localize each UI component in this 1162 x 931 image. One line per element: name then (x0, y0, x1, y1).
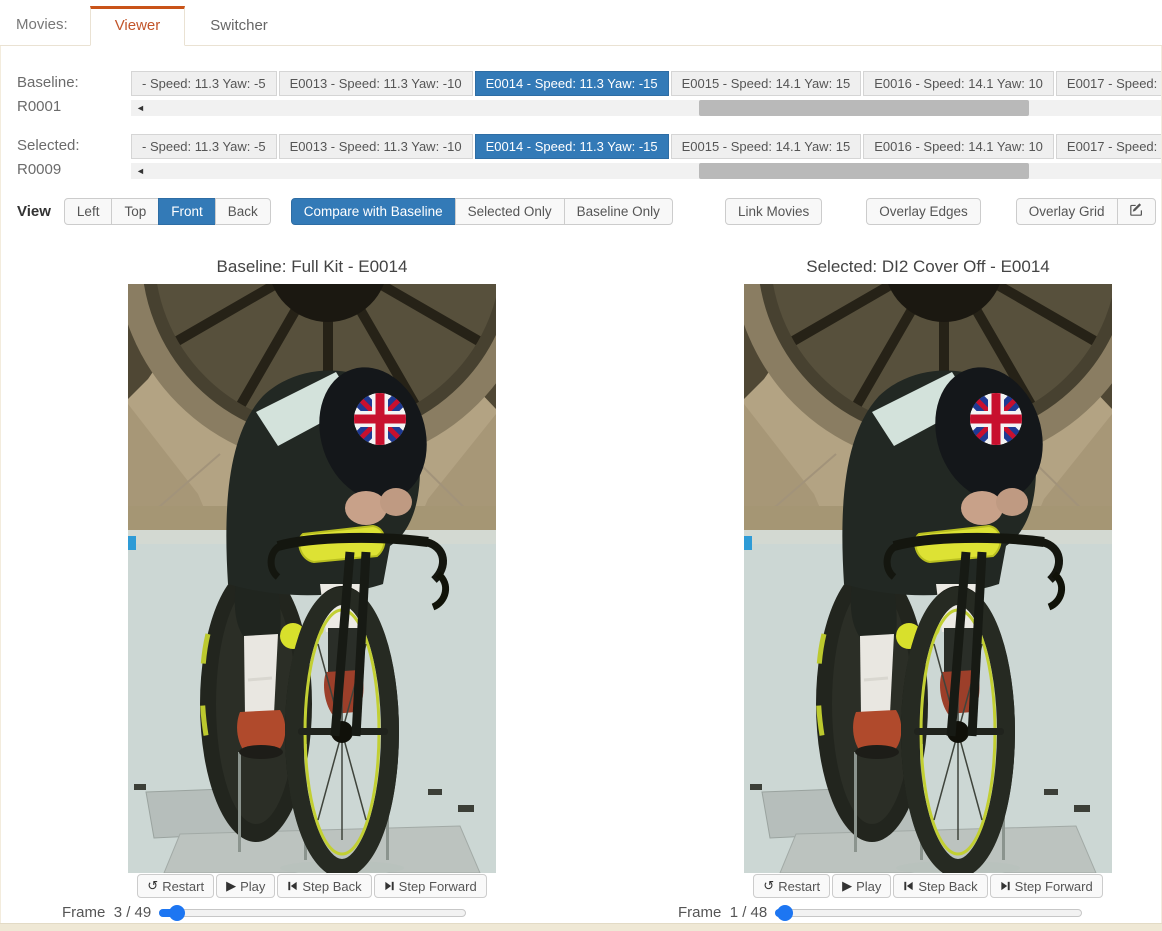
edit-grid-button[interactable] (1117, 198, 1156, 225)
baseline-movie-strip: - Speed: 11.3 Yaw: -5 E0013 - Speed: 11.… (131, 71, 1161, 96)
frame-word: Frame (62, 904, 105, 921)
view-toolbar: View Left Top Front Back Compare with Ba… (1, 197, 1161, 225)
play-button[interactable]: ▶Play (216, 874, 275, 898)
step-back-button[interactable]: Step Back (277, 874, 371, 898)
step-back-icon (903, 879, 914, 894)
baseline-frame-row: Frame 3 / 49 (62, 904, 496, 921)
baseline-movie-button[interactable]: E0015 - Speed: 14.1 Yaw: 15 (671, 71, 862, 96)
baseline-movie-button[interactable]: E0017 - Speed: 14.1 Yaw: 5 (1056, 71, 1161, 96)
overlay-grid-button[interactable]: Overlay Grid (1016, 198, 1118, 225)
selected-movie-button[interactable]: E0015 - Speed: 14.1 Yaw: 15 (671, 134, 862, 159)
selected-movie-button[interactable]: E0016 - Speed: 14.1 Yaw: 10 (863, 134, 1054, 159)
baseline-movie-button[interactable]: E0016 - Speed: 14.1 Yaw: 10 (863, 71, 1054, 96)
frame-word: Frame (678, 904, 721, 921)
selected-movie-panel: Selected: DI2 Cover Off - E0014 ↺Restart… (744, 257, 1112, 921)
step-back-button[interactable]: Step Back (893, 874, 987, 898)
selected-strip-row: Selected: R0009 - Speed: 11.3 Yaw: -5 E0… (1, 134, 1161, 182)
baseline-scrollbar[interactable]: ◄ (131, 100, 1161, 116)
slider-thumb[interactable] (777, 905, 793, 921)
baseline-wind-tunnel-image (128, 284, 496, 873)
baseline-movie-button-selected[interactable]: E0014 - Speed: 11.3 Yaw: -15 (475, 71, 669, 96)
baseline-playback-controls: ↺Restart ▶Play Step Back Step Forward (128, 874, 496, 898)
play-icon: ▶ (226, 879, 236, 894)
tab-bar: Movies: Viewer Switcher (0, 0, 1162, 46)
baseline-frame-slider[interactable] (159, 905, 466, 921)
play-button[interactable]: ▶Play (832, 874, 891, 898)
selected-movie-title: Selected: DI2 Cover Off - E0014 (744, 257, 1112, 277)
step-forward-icon (1000, 879, 1011, 894)
view-button-group: Left Top Front Back (64, 198, 271, 225)
step-back-icon (287, 879, 298, 894)
view-left-button[interactable]: Left (64, 198, 113, 225)
tab-viewer[interactable]: Viewer (90, 6, 186, 46)
edit-icon (1130, 203, 1143, 220)
selected-wind-tunnel-image (744, 284, 1112, 873)
movies-label: Movies: (16, 16, 74, 45)
baseline-strip-row: Baseline: R0001 - Speed: 11.3 Yaw: -5 E0… (1, 71, 1161, 119)
selected-only-button[interactable]: Selected Only (455, 198, 565, 225)
movie-viewer-app: Movies: Viewer Switcher Baseline: R0001 … (0, 0, 1162, 931)
baseline-movie-title: Baseline: Full Kit - E0014 (128, 257, 496, 277)
restart-button[interactable]: ↺Restart (753, 874, 830, 898)
selected-frame-row: Frame 1 / 48 (678, 904, 1112, 921)
frame-counter: 1 / 48 (730, 904, 768, 921)
viewer-panel: Baseline: R0001 - Speed: 11.3 Yaw: -5 E0… (0, 46, 1162, 923)
selected-playback-controls: ↺Restart ▶Play Step Back Step Forward (744, 874, 1112, 898)
slider-thumb[interactable] (169, 905, 185, 921)
scroll-left-arrow-icon[interactable]: ◄ (136, 101, 145, 115)
selected-scrollbar[interactable]: ◄ (131, 163, 1161, 179)
compare-viewer: Baseline: Full Kit - E0014 ↺Restart ▶Pla… (1, 257, 1161, 921)
compare-button-group: Compare with Baseline Selected Only Base… (291, 198, 673, 225)
slider-track[interactable] (775, 909, 1082, 917)
restart-icon: ↺ (147, 879, 158, 894)
baseline-movie-panel: Baseline: Full Kit - E0014 ↺Restart ▶Pla… (128, 257, 496, 921)
view-top-button[interactable]: Top (111, 198, 159, 225)
tab-switcher[interactable]: Switcher (185, 6, 293, 46)
baseline-movie-button[interactable]: - Speed: 11.3 Yaw: -5 (131, 71, 277, 96)
step-forward-icon (384, 879, 395, 894)
overlay-edges-button[interactable]: Overlay Edges (866, 198, 981, 225)
restart-button[interactable]: ↺Restart (137, 874, 214, 898)
selected-movie-button[interactable]: - Speed: 11.3 Yaw: -5 (131, 134, 277, 159)
bottom-panel-edge (0, 923, 1162, 931)
step-forward-button[interactable]: Step Forward (374, 874, 487, 898)
slider-track[interactable] (159, 909, 466, 917)
scrollbar-thumb[interactable] (699, 163, 1029, 179)
selected-label: Selected: (17, 134, 131, 158)
play-icon: ▶ (842, 879, 852, 894)
view-back-button[interactable]: Back (215, 198, 271, 225)
scroll-left-arrow-icon[interactable]: ◄ (136, 164, 145, 178)
selected-frame-slider[interactable] (775, 905, 1082, 921)
baseline-label: Baseline: (17, 71, 131, 95)
baseline-only-button[interactable]: Baseline Only (564, 198, 673, 225)
selected-run-id: R0009 (17, 158, 131, 182)
selected-movie-strip: - Speed: 11.3 Yaw: -5 E0013 - Speed: 11.… (131, 134, 1161, 159)
scrollbar-thumb[interactable] (699, 100, 1029, 116)
link-movies-button[interactable]: Link Movies (725, 198, 822, 225)
selected-movie-button-selected[interactable]: E0014 - Speed: 11.3 Yaw: -15 (475, 134, 669, 159)
view-label: View (17, 203, 51, 220)
view-front-button[interactable]: Front (158, 198, 216, 225)
compare-with-baseline-button[interactable]: Compare with Baseline (291, 198, 456, 225)
frame-counter: 3 / 49 (114, 904, 152, 921)
baseline-run-id: R0001 (17, 95, 131, 119)
restart-icon: ↺ (763, 879, 774, 894)
step-forward-button[interactable]: Step Forward (990, 874, 1103, 898)
overlay-grid-group: Overlay Grid (1016, 198, 1156, 225)
selected-movie-button[interactable]: E0017 - Speed: 14.1 Yaw: 5 (1056, 134, 1161, 159)
selected-movie-button[interactable]: E0013 - Speed: 11.3 Yaw: -10 (279, 134, 473, 159)
baseline-movie-button[interactable]: E0013 - Speed: 11.3 Yaw: -10 (279, 71, 473, 96)
